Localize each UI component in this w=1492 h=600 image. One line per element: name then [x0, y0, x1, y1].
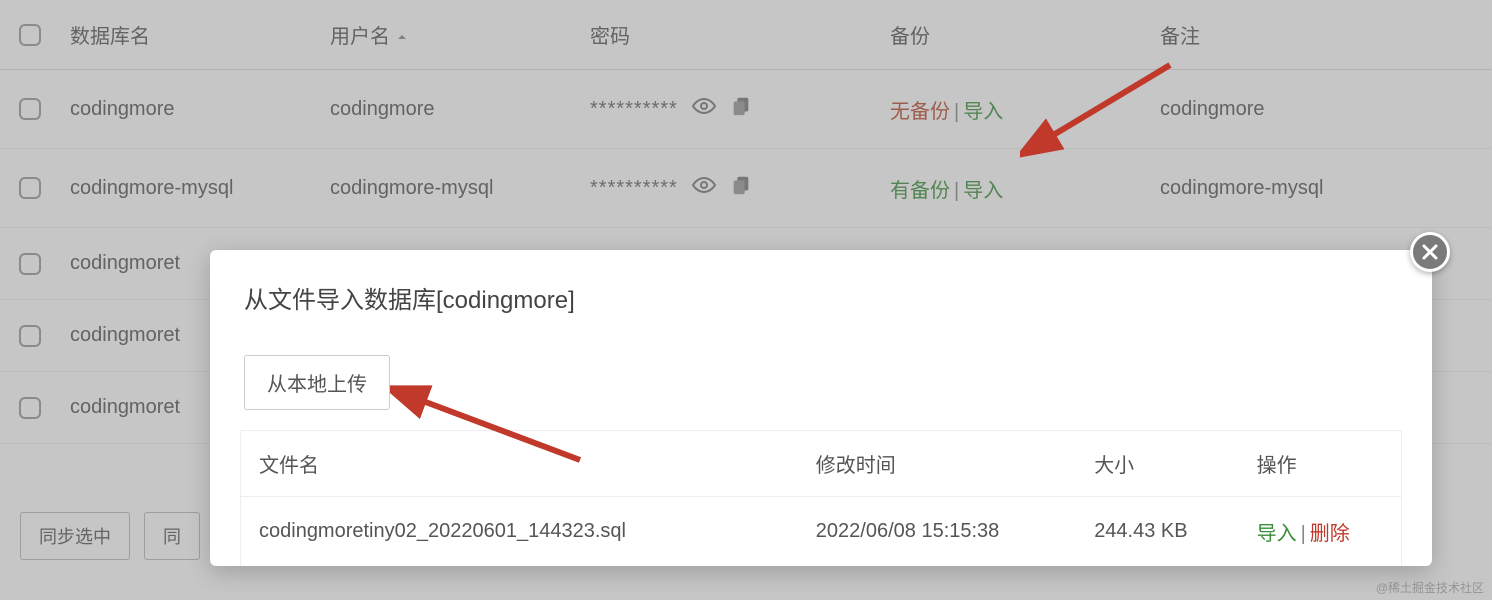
divider: | — [1301, 523, 1306, 545]
file-row[interactable]: codingmoretiny02_20220601_144323.sql 202… — [241, 497, 1401, 567]
file-import-link[interactable]: 导入 — [1257, 523, 1297, 545]
import-modal: 从文件导入数据库[codingmore] 从本地上传 文件名 修改时间 大小 操… — [210, 250, 1432, 566]
col-filename: 文件名 — [241, 431, 798, 497]
watermark: @稀土掘金技术社区 — [1376, 579, 1484, 596]
col-size: 大小 — [1076, 431, 1238, 497]
cell-size: 244.43 KB — [1076, 497, 1238, 567]
file-table-header: 文件名 修改时间 大小 操作 — [241, 431, 1401, 497]
upload-local-button[interactable]: 从本地上传 — [244, 355, 390, 410]
col-mtime: 修改时间 — [798, 431, 1076, 497]
cell-action: 导入|删除 — [1239, 497, 1401, 567]
col-action: 操作 — [1239, 431, 1401, 497]
file-table: 文件名 修改时间 大小 操作 codingmoretiny02_20220601… — [240, 430, 1402, 566]
cell-mtime: 2022/06/08 15:15:38 — [798, 497, 1076, 567]
cell-filename: codingmoretiny02_20220601_144323.sql — [241, 497, 798, 567]
close-button[interactable] — [1410, 232, 1450, 272]
close-icon — [1421, 243, 1439, 261]
modal-title: 从文件导入数据库[codingmore] — [210, 250, 1432, 339]
file-delete-link[interactable]: 删除 — [1310, 523, 1350, 545]
